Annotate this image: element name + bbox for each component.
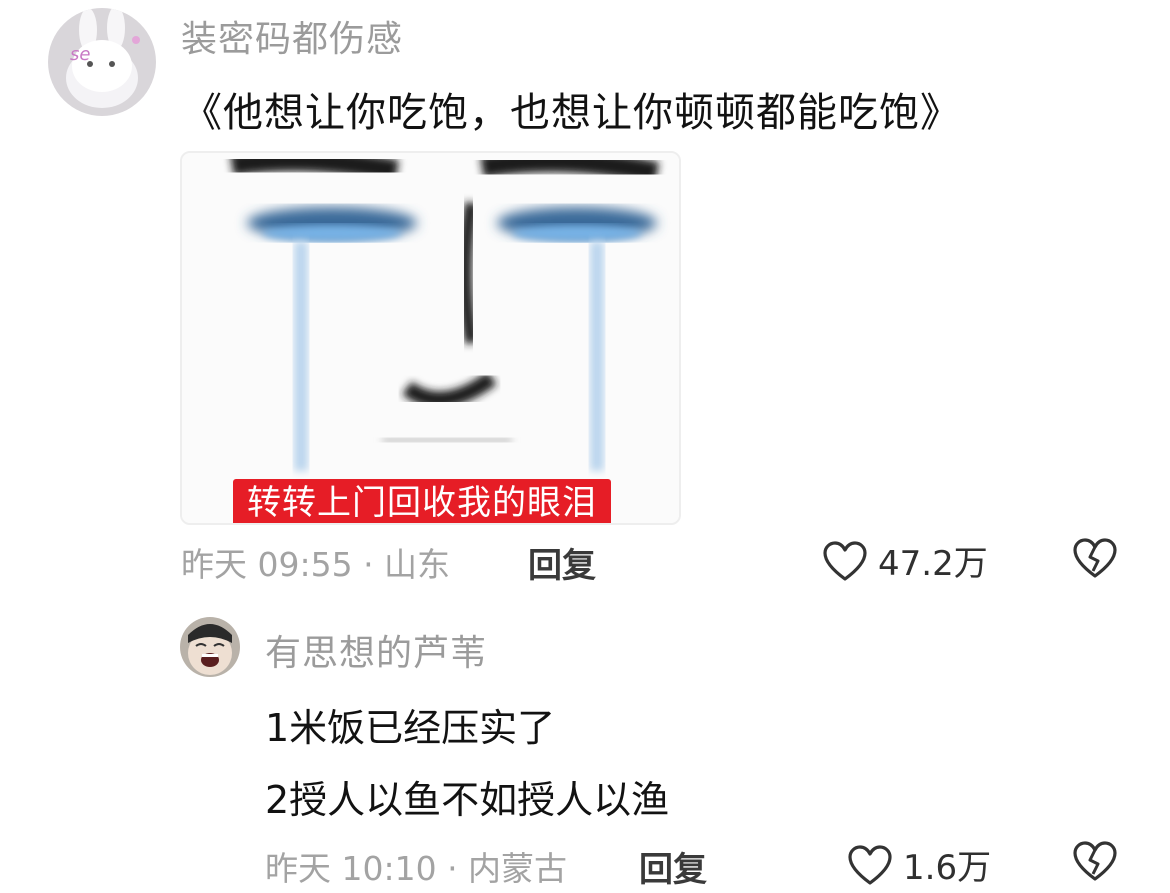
reply-text-line: 2授人以鱼不如授人以渔 bbox=[265, 778, 670, 822]
avatar[interactable]: se bbox=[48, 8, 156, 116]
avatar[interactable] bbox=[180, 617, 240, 677]
heart-outline-icon bbox=[823, 540, 867, 581]
crying-face-image bbox=[182, 153, 679, 523]
like-button[interactable]: 47.2万 bbox=[822, 536, 988, 585]
reply-username[interactable]: 有思想的芦苇 bbox=[265, 624, 487, 676]
laughing-avatar-image bbox=[180, 617, 240, 677]
reply-meta: 昨天 10:10 · 内蒙古 bbox=[265, 849, 568, 888]
svg-text:se: se bbox=[70, 44, 90, 65]
dislike-button[interactable] bbox=[1072, 840, 1118, 886]
comment-username[interactable]: 装密码都伤感 bbox=[181, 10, 403, 62]
comment-image[interactable]: 转转上门回收我的眼泪 bbox=[180, 151, 681, 525]
like-count: 47.2万 bbox=[878, 544, 988, 584]
broken-heart-icon bbox=[1073, 841, 1117, 881]
reply-text-line: 1米饭已经压实了 bbox=[265, 706, 556, 750]
broken-heart-icon bbox=[1073, 538, 1117, 578]
reply-button[interactable]: 回复 bbox=[528, 538, 596, 587]
bunny-avatar-image: se bbox=[48, 8, 156, 116]
reply-button[interactable]: 回复 bbox=[639, 842, 707, 891]
dislike-button[interactable] bbox=[1072, 537, 1118, 583]
like-count: 1.6万 bbox=[903, 848, 992, 888]
comment-text: 《他想让你吃饱，也想让你顿顿都能吃饱》 bbox=[182, 90, 961, 136]
like-button[interactable]: 1.6万 bbox=[847, 840, 991, 889]
comment-meta: 昨天 09:55 · 山东 bbox=[181, 545, 451, 584]
image-caption: 转转上门回收我的眼泪 bbox=[233, 479, 611, 523]
heart-outline-icon bbox=[848, 844, 892, 885]
